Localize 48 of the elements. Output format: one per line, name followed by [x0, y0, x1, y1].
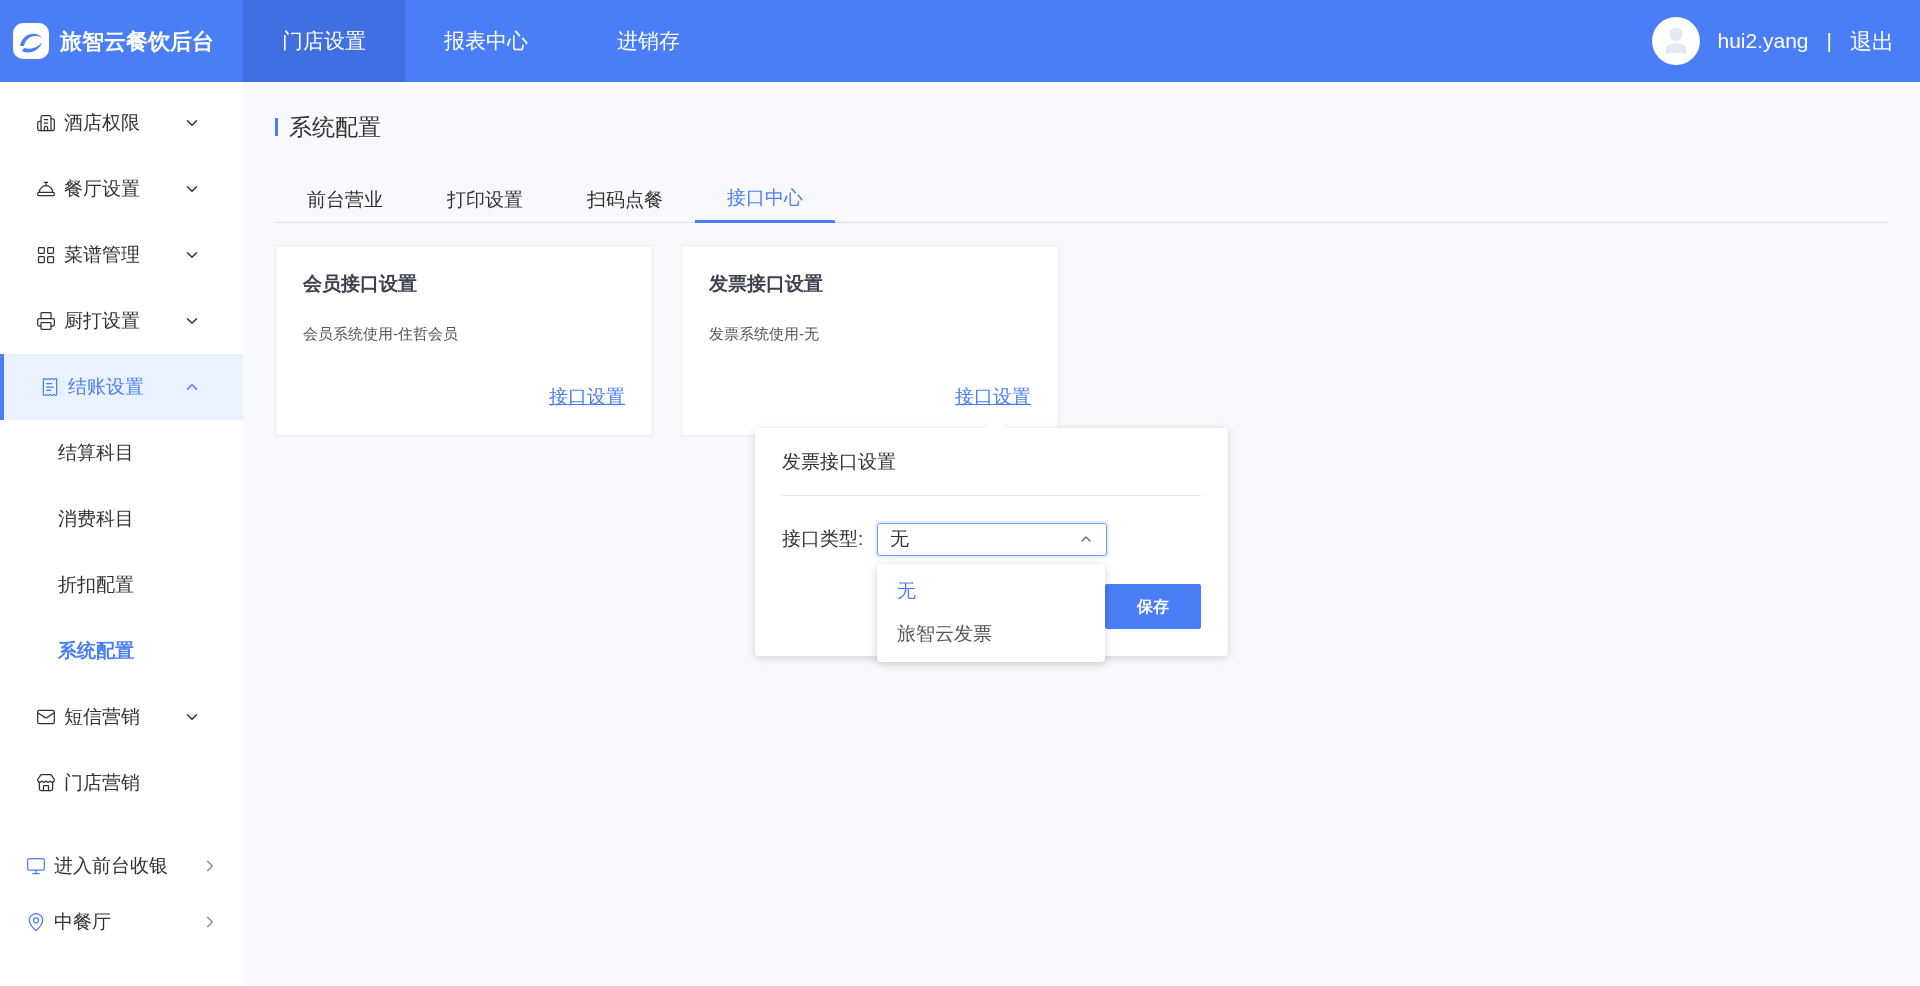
grid-icon: [36, 245, 56, 265]
page-title: 系统配置: [289, 112, 381, 142]
sidebar-link[interactable]: 中餐厅: [0, 894, 243, 950]
tab[interactable]: 扫码点餐: [555, 183, 695, 223]
card-title: 会员接口设置: [303, 272, 418, 296]
sidebar-menu-item[interactable]: 门店营销: [0, 750, 243, 816]
sidebar-subitem[interactable]: 消费科目: [0, 486, 243, 552]
bell-icon: [36, 179, 56, 199]
sidebar-menu-item[interactable]: 酒店权限: [0, 90, 243, 156]
logout-link[interactable]: 退出: [1850, 24, 1894, 58]
building-icon: [36, 113, 56, 133]
dropdown-option[interactable]: 旅智云发票: [877, 613, 1105, 656]
settings-link[interactable]: 接口设置: [955, 382, 1031, 411]
store-icon: [36, 773, 56, 793]
map-pin-icon: [26, 912, 46, 932]
dropdown-option[interactable]: 无: [877, 570, 1105, 613]
sidebar-subitem[interactable]: 系统配置: [0, 618, 243, 684]
sidebar-subitem[interactable]: 折扣配置: [0, 552, 243, 618]
interface-type-select[interactable]: 无: [877, 522, 1107, 556]
printer-icon: [36, 311, 56, 331]
mail-icon: [36, 707, 56, 727]
nav-tab[interactable]: 进销存: [567, 0, 729, 82]
sidebar-subitem[interactable]: 结算科目: [0, 420, 243, 486]
field-label: 接口类型:: [782, 526, 865, 551]
card-description: 发票系统使用-无: [709, 323, 820, 344]
card-title: 发票接口设置: [709, 272, 824, 296]
tab[interactable]: 接口中心: [695, 183, 835, 223]
tab[interactable]: 前台营业: [275, 183, 415, 223]
save-button[interactable]: 保存: [1105, 584, 1201, 629]
tab[interactable]: 打印设置: [415, 183, 555, 223]
nav-tab[interactable]: 门店设置: [243, 0, 405, 82]
title-accent-bar: [275, 118, 278, 136]
username: hui2.yang: [1717, 28, 1809, 55]
receipt-icon: [40, 377, 60, 397]
separator: |: [1826, 28, 1832, 55]
avatar-icon: [1652, 17, 1701, 65]
sidebar-menu-item[interactable]: 餐厅设置: [0, 156, 243, 222]
brand-title: 旅智云餐饮后台: [60, 27, 214, 56]
monitor-icon: [26, 856, 46, 876]
popover-title: 发票接口设置: [782, 450, 897, 474]
sidebar-link[interactable]: 进入前台收银: [0, 838, 243, 894]
logo-icon: [12, 22, 50, 60]
settings-link[interactable]: 接口设置: [549, 382, 625, 411]
sidebar-menu-item[interactable]: 短信营销: [0, 684, 243, 750]
sidebar-menu-item[interactable]: 厨打设置: [0, 288, 243, 354]
nav-tab[interactable]: 报表中心: [405, 0, 567, 82]
card-description: 会员系统使用-住哲会员: [303, 323, 459, 344]
sidebar-menu-item[interactable]: 菜谱管理: [0, 222, 243, 288]
